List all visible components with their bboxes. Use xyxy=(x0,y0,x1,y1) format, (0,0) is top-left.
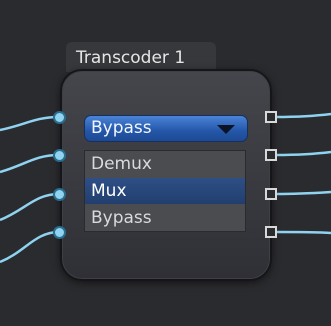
output-port-4[interactable] xyxy=(265,226,277,238)
input-port-3[interactable] xyxy=(53,188,66,201)
mode-dropdown-menu: Demux Mux Bypass xyxy=(84,150,246,232)
input-port-1[interactable] xyxy=(53,111,66,124)
menu-item-mux[interactable]: Mux xyxy=(85,178,245,204)
output-wire-3 xyxy=(275,190,331,196)
mode-dropdown[interactable]: Bypass xyxy=(84,115,248,142)
node-editor-canvas[interactable]: Transcoder 1 Bypass Demux Mux Bypass xyxy=(0,0,331,326)
mode-dropdown-value: Bypass xyxy=(91,118,152,138)
output-port-1[interactable] xyxy=(265,111,277,123)
node-title: Transcoder 1 xyxy=(76,48,186,68)
output-wire-4 xyxy=(275,230,331,235)
input-port-2[interactable] xyxy=(53,149,66,162)
input-wire-1 xyxy=(0,115,60,132)
input-port-4[interactable] xyxy=(53,226,66,239)
input-wire-4 xyxy=(0,230,60,264)
chevron-down-icon[interactable] xyxy=(217,125,235,134)
menu-item-demux[interactable]: Demux xyxy=(85,151,245,177)
input-wire-3 xyxy=(0,192,60,222)
menu-item-bypass[interactable]: Bypass xyxy=(85,205,245,231)
output-wire-1 xyxy=(275,112,331,119)
output-port-3[interactable] xyxy=(265,188,277,200)
input-wire-2 xyxy=(0,153,60,174)
output-wire-2 xyxy=(275,150,331,157)
output-port-2[interactable] xyxy=(265,149,277,161)
